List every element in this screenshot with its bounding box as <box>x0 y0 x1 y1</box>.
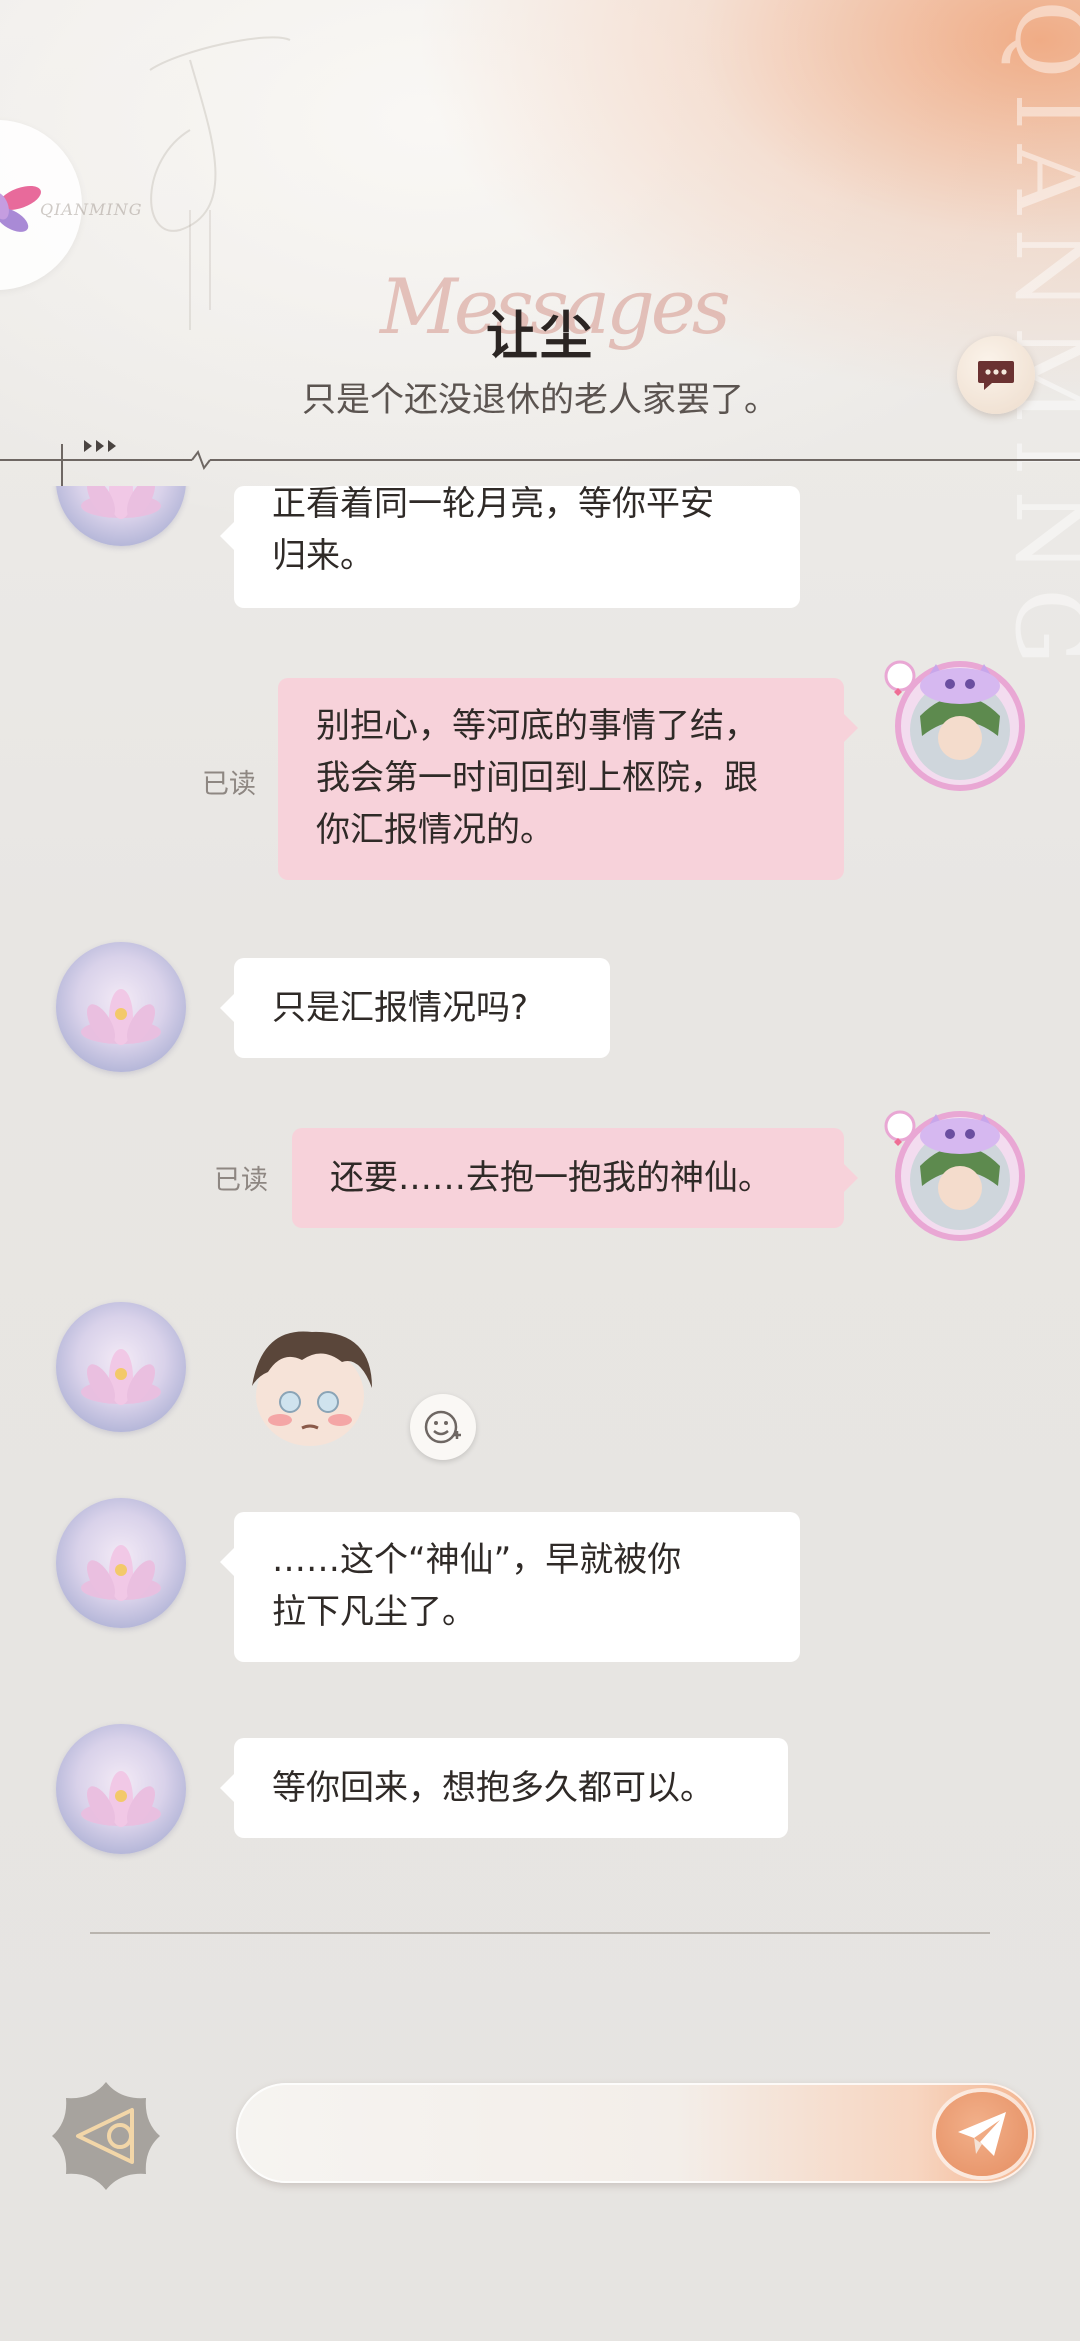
read-status: 已读 <box>202 769 256 800</box>
paper-plane-icon <box>958 2112 1006 2156</box>
back-button[interactable] <box>48 2078 164 2194</box>
message-bubble: 还要……去抱一抱我的神仙。 <box>292 1128 858 1228</box>
message-bubble: 正看着同一轮月亮，等你平安 归来。 <box>220 486 800 608</box>
lotus-icon <box>81 1771 161 1827</box>
chibi-face-icon <box>252 1331 372 1446</box>
contact-avatar[interactable] <box>56 486 186 546</box>
blushing-chibi-sticker[interactable] <box>232 1316 392 1456</box>
read-status: 已读 <box>214 1165 268 1196</box>
message-text: 只是汇报情况吗? <box>272 988 529 1028</box>
message-text: 等你回来，想抱多久都可以。 <box>272 1768 714 1808</box>
message-bubble: 别担心，等河底的事情了结， 我会第一时间回到上枢院，跟 你汇报情况的。 <box>278 678 858 880</box>
message-list[interactable]: 正看着同一轮月亮，等你平安 归来。 已读 别担心，等河底的事情了结， 我会第一时… <box>0 486 1080 1956</box>
input-divider <box>90 1932 990 1934</box>
lotus-icon <box>81 1545 161 1601</box>
chat-bubble-icon <box>978 361 1014 390</box>
message-text: 别担心，等河底的事情了结， 我会第一时间回到上枢院，跟 你汇报情况的。 <box>316 706 758 850</box>
lotus-icon <box>81 989 161 1045</box>
message-text: ……这个“神仙”，早就被你 拉下凡尘了。 <box>272 1540 682 1632</box>
contact-avatar[interactable] <box>56 942 186 1072</box>
send-button[interactable] <box>936 2092 1028 2176</box>
contact-avatar[interactable] <box>56 1302 186 1432</box>
message-bubble: 只是汇报情况吗? <box>220 958 610 1058</box>
message-input[interactable] <box>236 2083 1036 2183</box>
emoji-add-icon <box>424 1410 461 1444</box>
chat-options-button[interactable] <box>957 336 1035 414</box>
logo-wordmark: QIANMING <box>40 200 143 219</box>
contact-avatar[interactable] <box>56 1498 186 1628</box>
add-reaction-button[interactable] <box>410 1394 476 1460</box>
contact-signature: 只是个还没退休的老人家罢了。 <box>302 380 778 420</box>
message-bubble: ……这个“神仙”，早就被你 拉下凡尘了。 <box>220 1512 800 1662</box>
user-avatar[interactable] <box>880 1096 1030 1246</box>
green-hair-cat-avatar-icon <box>884 1110 1025 1241</box>
message-text: 还要……去抱一抱我的神仙。 <box>330 1158 772 1198</box>
back-triangle-icon <box>52 2082 160 2190</box>
lotus-icon <box>81 486 161 519</box>
lotus-icon <box>81 1349 161 1405</box>
green-hair-cat-avatar-icon <box>884 660 1025 791</box>
contact-avatar[interactable] <box>56 1724 186 1854</box>
contact-name: 让尘 <box>485 307 594 367</box>
user-avatar[interactable] <box>880 646 1030 796</box>
header-divider-line <box>0 440 1080 486</box>
message-bubble: 等你回来，想抱多久都可以。 <box>220 1738 788 1838</box>
message-text: 正看着同一轮月亮，等你平安 归来。 <box>272 486 714 576</box>
